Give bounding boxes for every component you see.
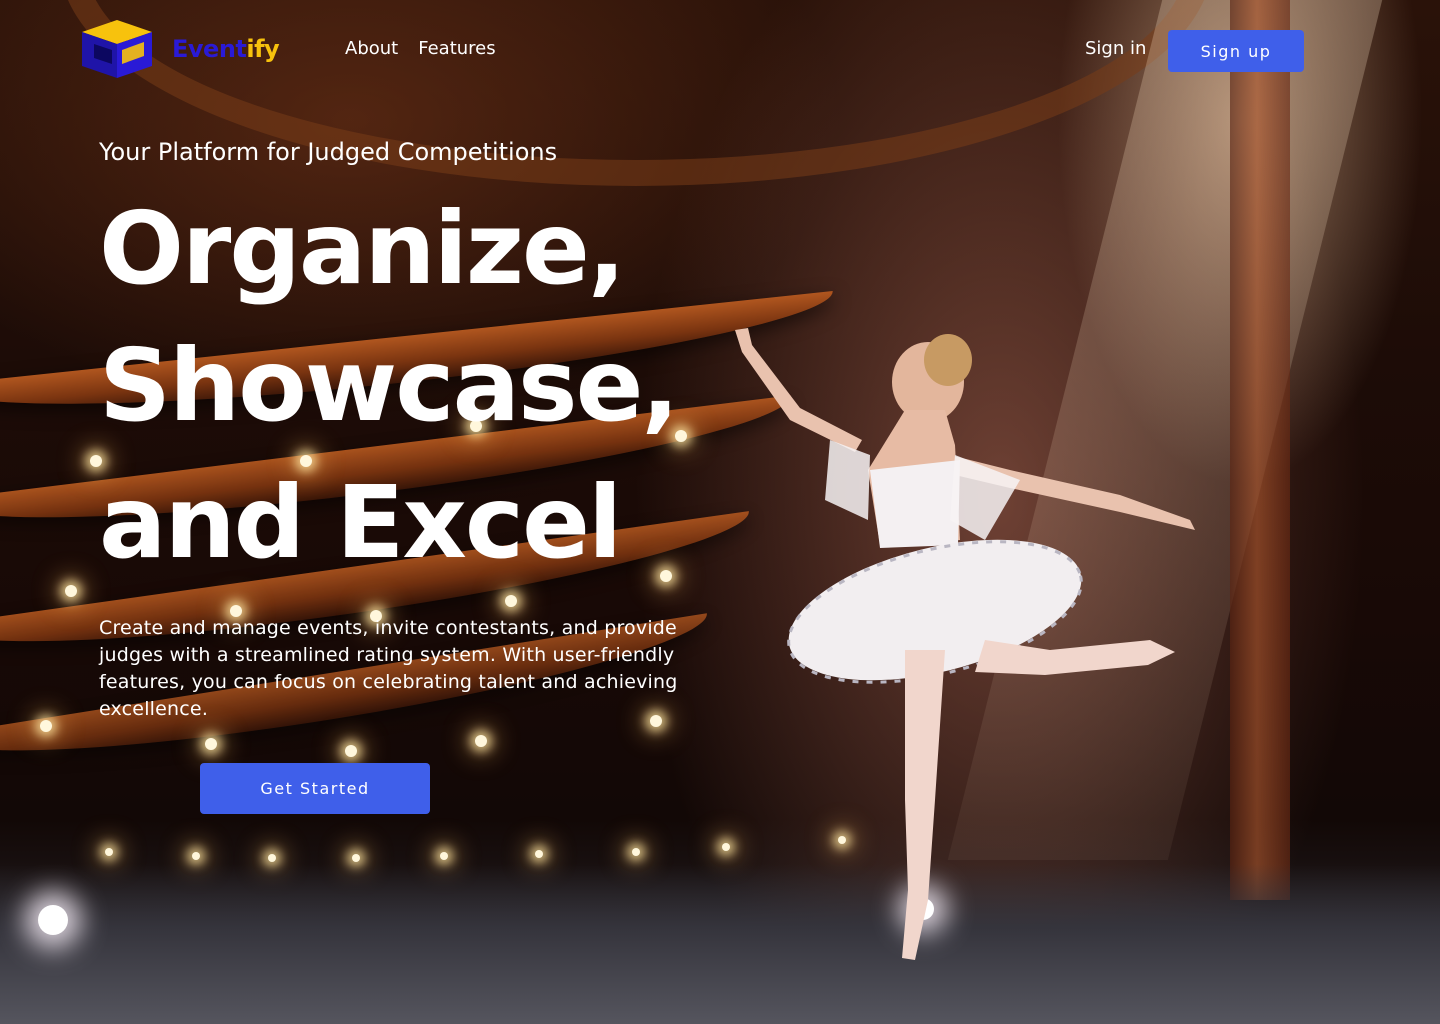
brand-name-part2: ify	[246, 35, 280, 63]
headline-line: Organize,	[99, 190, 626, 307]
get-started-button[interactable]: Get Started	[200, 763, 430, 814]
cube-logo-icon	[82, 20, 152, 78]
hero-section: Eventify About Features Sign in Sign up …	[0, 0, 1440, 1024]
headline-line: and Excel	[99, 464, 622, 581]
top-navigation: Eventify About Features Sign in Sign up	[0, 0, 1440, 100]
brand-logo[interactable]: Eventify	[82, 20, 280, 78]
hero-headline: Organize, Showcase, and Excel	[99, 180, 679, 591]
sign-up-button[interactable]: Sign up	[1168, 30, 1304, 72]
nav-link-about[interactable]: About	[345, 38, 398, 59]
hero-description: Create and manage events, invite contest…	[99, 617, 678, 720]
headline-line: Showcase,	[99, 327, 679, 444]
sign-in-link[interactable]: Sign in	[1085, 38, 1146, 59]
nav-link-features[interactable]: Features	[418, 38, 495, 59]
hero-tagline: Your Platform for Judged Competitions	[99, 138, 558, 166]
brand-name: Eventify	[172, 35, 280, 63]
primary-nav: About Features	[345, 38, 496, 59]
brand-name-part1: Event	[172, 35, 247, 63]
